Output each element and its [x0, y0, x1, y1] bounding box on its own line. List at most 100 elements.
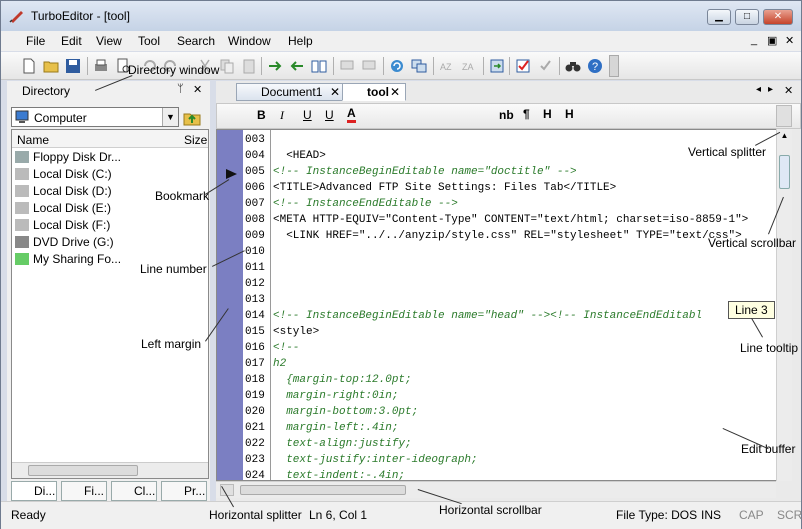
underline2-button[interactable]: U	[325, 108, 334, 122]
tab-scroll-left-icon[interactable]: ◂	[756, 84, 761, 95]
check-icon[interactable]	[515, 58, 531, 74]
location-dropdown[interactable]: Computer ▼	[11, 107, 179, 127]
tab-document1[interactable]: Document1 ✕	[236, 83, 346, 101]
tab-close-icon[interactable]: ✕	[390, 84, 400, 100]
menu-edit[interactable]: Edit	[61, 34, 82, 48]
tab-directory[interactable]: Di...	[11, 481, 57, 501]
code-line: <style>	[273, 326, 320, 338]
callout-line-tooltip: Line tooltip	[740, 341, 799, 355]
spell-icon[interactable]	[537, 58, 553, 74]
svg-text:ZA: ZA	[462, 62, 474, 72]
paragraph-button[interactable]: ¶	[523, 107, 530, 121]
list-item[interactable]: Local Disk (D:)	[15, 184, 112, 200]
list-item[interactable]: Local Disk (C:)	[15, 167, 112, 183]
main-toolbar: AZ ZA ?	[1, 52, 801, 80]
tab-project[interactable]: Pr...	[161, 481, 207, 501]
directory-close-icon[interactable]: ✕	[193, 83, 202, 96]
edit-buffer[interactable]: 003 004 <HEAD> 005 <!-- InstanceBeginEditab…	[216, 129, 791, 481]
mdi-restore-button[interactable]: ▣	[767, 34, 777, 47]
scroll-up-icon[interactable]: ▲	[779, 131, 790, 143]
menu-view[interactable]: View	[96, 34, 122, 48]
save-icon[interactable]	[65, 58, 81, 74]
mdi-minimize-button[interactable]: _	[751, 34, 757, 46]
heading2-button[interactable]: H	[565, 107, 574, 121]
scrollbar-thumb[interactable]	[28, 465, 138, 476]
line-number: 023	[245, 454, 265, 466]
folder-up-icon[interactable]	[183, 109, 201, 127]
disk-icon	[15, 219, 29, 231]
refresh-icon[interactable]	[389, 58, 405, 74]
code-line: <!--	[273, 342, 300, 354]
column-name[interactable]: Name	[17, 133, 49, 147]
callout-vertical-scrollbar: Vertical scrollbar	[708, 236, 797, 250]
font-color-button[interactable]: A	[347, 106, 356, 123]
tab-files[interactable]: Fi...	[61, 481, 107, 501]
uncomment-icon[interactable]	[361, 58, 377, 74]
line-number: 016	[245, 342, 265, 354]
list-item[interactable]: Local Disk (E:)	[15, 201, 111, 217]
menu-window[interactable]: Window	[228, 34, 271, 48]
list-item[interactable]: Floppy Disk Dr...	[15, 150, 121, 166]
vertical-scrollbar[interactable]: ▲	[776, 129, 792, 481]
heading-button[interactable]: H	[543, 107, 552, 121]
menu-tool[interactable]: Tool	[138, 34, 160, 48]
list-item[interactable]: DVD Drive (G:)	[15, 235, 114, 251]
column-size[interactable]: Size	[184, 133, 207, 147]
menu-file[interactable]: File	[26, 34, 45, 48]
menu-search[interactable]: Search	[177, 34, 215, 48]
callout-vertical-splitter: Vertical splitter	[688, 145, 767, 159]
find-icon[interactable]	[565, 58, 581, 74]
tab-clipboard[interactable]: Cl...	[111, 481, 157, 501]
open-folder-icon[interactable]	[43, 58, 59, 74]
tab-tool[interactable]: tool ✕	[342, 83, 406, 101]
sort-asc-icon[interactable]: AZ	[439, 58, 455, 74]
vertical-splitter[interactable]	[776, 105, 792, 127]
sort-desc-icon[interactable]: ZA	[461, 58, 477, 74]
tab-close-all-icon[interactable]: ✕	[784, 84, 793, 97]
export-icon[interactable]	[489, 58, 505, 74]
directory-hscrollbar[interactable]	[12, 462, 208, 478]
close-button[interactable]: ✕	[763, 9, 793, 25]
line-number: 012	[245, 278, 265, 290]
indent-icon[interactable]	[267, 58, 283, 74]
tab-close-icon[interactable]: ✕	[330, 84, 340, 100]
outdent-icon[interactable]	[289, 58, 305, 74]
list-item[interactable]: My Sharing Fo...	[15, 252, 121, 268]
new-file-icon[interactable]	[21, 58, 37, 74]
directory-pane: Directory ᛘ ✕ Computer ▼ Name Size Flopp…	[7, 81, 210, 501]
code-line: text-align:justify;	[273, 438, 412, 450]
nbsp-button[interactable]: nb	[499, 108, 514, 122]
italic-button[interactable]: I	[280, 108, 284, 123]
status-cap: CAP	[739, 508, 764, 522]
comment-icon[interactable]	[339, 58, 355, 74]
bold-button[interactable]: B	[257, 108, 266, 122]
horizontal-scrollbar[interactable]	[216, 481, 776, 498]
network-share-icon	[15, 253, 29, 265]
format-toolbar: B I U U A nb ¶ H H	[216, 103, 801, 129]
line-number: 019	[245, 390, 265, 402]
code-line: <!-- InstanceEndEditable -->	[273, 198, 458, 210]
windows-icon[interactable]	[411, 58, 427, 74]
chevron-down-icon[interactable]: ▼	[162, 108, 178, 126]
print-icon[interactable]	[93, 58, 109, 74]
scrollbar-thumb[interactable]	[779, 155, 790, 189]
list-item[interactable]: Local Disk (F:)	[15, 218, 110, 234]
code-line: margin-bottom:3.0pt;	[273, 406, 419, 418]
help-icon[interactable]: ?	[587, 58, 603, 74]
mdi-close-button[interactable]: ✕	[785, 34, 794, 47]
scrollbar-thumb[interactable]	[240, 485, 406, 495]
status-filetype: File Type: DOS	[616, 508, 698, 522]
pin-icon[interactable]: ᛘ	[177, 83, 184, 95]
menu-help[interactable]: Help	[288, 34, 313, 48]
copy-icon[interactable]	[219, 58, 235, 74]
paste-icon[interactable]	[241, 58, 257, 74]
maximize-button[interactable]: □	[735, 9, 759, 25]
callout-horizontal-scrollbar: Horizontal scrollbar	[439, 503, 542, 517]
underline-button[interactable]: U	[303, 108, 312, 122]
toolbar-overflow-button[interactable]	[609, 55, 619, 77]
code-line: <LINK HREF="../../anyzip/style.css" REL=…	[273, 230, 742, 242]
book-icon[interactable]	[311, 58, 327, 74]
minimize-button[interactable]: ▁	[707, 9, 731, 25]
line-number: 014	[245, 310, 265, 322]
tab-scroll-right-icon[interactable]: ▸	[768, 84, 773, 95]
